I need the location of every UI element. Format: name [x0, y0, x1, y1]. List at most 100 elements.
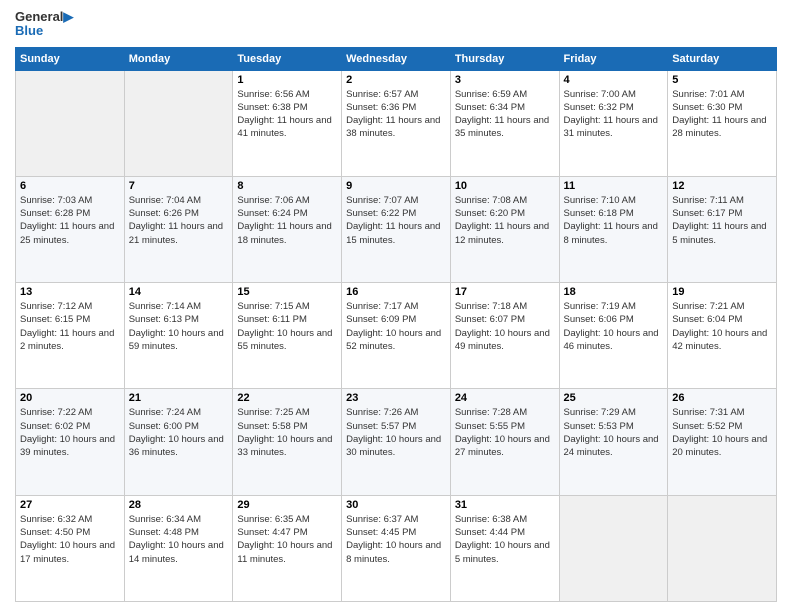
calendar-day-header: Saturday	[668, 47, 777, 70]
day-number: 16	[346, 286, 446, 298]
calendar-day-cell: 22 Sunrise: 7:25 AMSunset: 5:58 PMDayligh…	[233, 389, 342, 495]
calendar-day-cell: 11 Sunrise: 7:10 AMSunset: 6:18 PMDayligh…	[559, 176, 668, 282]
calendar-day-cell: 4 Sunrise: 7:00 AMSunset: 6:32 PMDaylight…	[559, 70, 668, 176]
day-info: Sunrise: 7:12 AMSunset: 6:15 PMDaylight:…	[20, 300, 120, 353]
day-number: 17	[455, 286, 555, 298]
day-number: 18	[564, 286, 664, 298]
calendar-day-header: Wednesday	[342, 47, 451, 70]
calendar-week-row: 1 Sunrise: 6:56 AMSunset: 6:38 PMDaylight…	[16, 70, 777, 176]
day-number: 29	[237, 499, 337, 511]
calendar-day-cell: 29 Sunrise: 6:35 AMSunset: 4:47 PMDayligh…	[233, 495, 342, 601]
calendar-day-cell: 23Sunrise: 7:26 AMSunset: 5:57 PMDayligh…	[342, 389, 451, 495]
day-info: Sunrise: 7:06 AMSunset: 6:24 PMDaylight:…	[237, 194, 337, 247]
day-info: Sunrise: 7:08 AMSunset: 6:20 PMDaylight:…	[455, 194, 555, 247]
day-number: 2	[346, 74, 446, 86]
calendar-day-cell: 12Sunrise: 7:11 AMSunset: 6:17 PMDayligh…	[668, 176, 777, 282]
day-info: Sunrise: 6:34 AMSunset: 4:48 PMDaylight:…	[129, 513, 229, 566]
day-info: Sunrise: 7:24 AMSunset: 6:00 PMDaylight:…	[129, 406, 229, 459]
calendar-day-header: Thursday	[450, 47, 559, 70]
day-number: 31	[455, 499, 555, 511]
day-number: 27	[20, 499, 120, 511]
day-info: Sunrise: 7:07 AMSunset: 6:22 PMDaylight:…	[346, 194, 446, 247]
day-number: 4	[564, 74, 664, 86]
day-number: 13	[20, 286, 120, 298]
day-number: 15	[237, 286, 337, 298]
calendar-day-cell: 8 Sunrise: 7:06 AMSunset: 6:24 PMDaylight…	[233, 176, 342, 282]
calendar-day-cell: 31 Sunrise: 6:38 AMSunset: 4:44 PMDayligh…	[450, 495, 559, 601]
calendar-day-cell: 19 Sunrise: 7:21 AMSunset: 6:04 PMDayligh…	[668, 283, 777, 389]
calendar-day-cell: 15Sunrise: 7:15 AMSunset: 6:11 PMDayligh…	[233, 283, 342, 389]
day-number: 3	[455, 74, 555, 86]
day-info: Sunrise: 6:56 AMSunset: 6:38 PMDaylight:…	[237, 88, 337, 141]
day-info: Sunrise: 6:59 AMSunset: 6:34 PMDaylight:…	[455, 88, 555, 141]
calendar-day-cell: 5Sunrise: 7:01 AMSunset: 6:30 PMDaylight…	[668, 70, 777, 176]
calendar-day-cell: 26Sunrise: 7:31 AMSunset: 5:52 PMDayligh…	[668, 389, 777, 495]
day-info: Sunrise: 7:29 AMSunset: 5:53 PMDaylight:…	[564, 406, 664, 459]
day-number: 7	[129, 180, 229, 192]
calendar-day-cell	[668, 495, 777, 601]
day-info: Sunrise: 6:38 AMSunset: 4:44 PMDaylight:…	[455, 513, 555, 566]
day-number: 11	[564, 180, 664, 192]
calendar-day-cell	[16, 70, 125, 176]
calendar-day-cell: 20Sunrise: 7:22 AMSunset: 6:02 PMDayligh…	[16, 389, 125, 495]
day-number: 6	[20, 180, 120, 192]
calendar-week-row: 6 Sunrise: 7:03 AMSunset: 6:28 PMDaylight…	[16, 176, 777, 282]
day-info: Sunrise: 6:57 AMSunset: 6:36 PMDaylight:…	[346, 88, 446, 141]
logo: General▶ Blue	[15, 10, 73, 39]
day-info: Sunrise: 7:19 AMSunset: 6:06 PMDaylight:…	[564, 300, 664, 353]
calendar-day-cell: 9 Sunrise: 7:07 AMSunset: 6:22 PMDaylight…	[342, 176, 451, 282]
calendar-day-cell: 6 Sunrise: 7:03 AMSunset: 6:28 PMDaylight…	[16, 176, 125, 282]
day-number: 26	[672, 392, 772, 404]
calendar-day-cell: 24 Sunrise: 7:28 AMSunset: 5:55 PMDayligh…	[450, 389, 559, 495]
calendar-table: SundayMondayTuesdayWednesdayThursdayFrid…	[15, 47, 777, 602]
calendar-day-cell: 17 Sunrise: 7:18 AMSunset: 6:07 PMDayligh…	[450, 283, 559, 389]
day-info: Sunrise: 7:03 AMSunset: 6:28 PMDaylight:…	[20, 194, 120, 247]
calendar-day-header: Monday	[124, 47, 233, 70]
calendar-day-cell: 13 Sunrise: 7:12 AMSunset: 6:15 PMDayligh…	[16, 283, 125, 389]
calendar-day-cell: 10Sunrise: 7:08 AMSunset: 6:20 PMDayligh…	[450, 176, 559, 282]
day-number: 30	[346, 499, 446, 511]
day-number: 19	[672, 286, 772, 298]
day-number: 5	[672, 74, 772, 86]
day-info: Sunrise: 7:21 AMSunset: 6:04 PMDaylight:…	[672, 300, 772, 353]
day-info: Sunrise: 6:35 AMSunset: 4:47 PMDaylight:…	[237, 513, 337, 566]
day-number: 23	[346, 392, 446, 404]
calendar-day-cell: 2 Sunrise: 6:57 AMSunset: 6:36 PMDaylight…	[342, 70, 451, 176]
day-info: Sunrise: 7:00 AMSunset: 6:32 PMDaylight:…	[564, 88, 664, 141]
day-number: 14	[129, 286, 229, 298]
calendar-day-cell	[559, 495, 668, 601]
day-info: Sunrise: 7:18 AMSunset: 6:07 PMDaylight:…	[455, 300, 555, 353]
calendar-day-cell: 30 Sunrise: 6:37 AMSunset: 4:45 PMDayligh…	[342, 495, 451, 601]
day-info: Sunrise: 7:10 AMSunset: 6:18 PMDaylight:…	[564, 194, 664, 247]
calendar-day-cell: 21Sunrise: 7:24 AMSunset: 6:00 PMDayligh…	[124, 389, 233, 495]
day-info: Sunrise: 6:32 AMSunset: 4:50 PMDaylight:…	[20, 513, 120, 566]
day-info: Sunrise: 7:14 AMSunset: 6:13 PMDaylight:…	[129, 300, 229, 353]
day-info: Sunrise: 7:28 AMSunset: 5:55 PMDaylight:…	[455, 406, 555, 459]
day-number: 24	[455, 392, 555, 404]
day-info: Sunrise: 7:04 AMSunset: 6:26 PMDaylight:…	[129, 194, 229, 247]
logo-blue: Blue	[15, 24, 73, 38]
day-info: Sunrise: 7:17 AMSunset: 6:09 PMDaylight:…	[346, 300, 446, 353]
calendar-header-row: SundayMondayTuesdayWednesdayThursdayFrid…	[16, 47, 777, 70]
header: General▶ Blue	[15, 10, 777, 39]
calendar-day-cell: 7 Sunrise: 7:04 AMSunset: 6:26 PMDaylight…	[124, 176, 233, 282]
calendar-week-row: 27 Sunrise: 6:32 AMSunset: 4:50 PMDayligh…	[16, 495, 777, 601]
day-info: Sunrise: 7:25 AMSunset: 5:58 PMDaylight:…	[237, 406, 337, 459]
day-number: 8	[237, 180, 337, 192]
day-number: 25	[564, 392, 664, 404]
calendar-day-cell: 28 Sunrise: 6:34 AMSunset: 4:48 PMDayligh…	[124, 495, 233, 601]
calendar-day-cell: 25 Sunrise: 7:29 AMSunset: 5:53 PMDayligh…	[559, 389, 668, 495]
calendar-day-cell: 14 Sunrise: 7:14 AMSunset: 6:13 PMDayligh…	[124, 283, 233, 389]
day-number: 9	[346, 180, 446, 192]
day-info: Sunrise: 7:22 AMSunset: 6:02 PMDaylight:…	[20, 406, 120, 459]
day-info: Sunrise: 6:37 AMSunset: 4:45 PMDaylight:…	[346, 513, 446, 566]
day-number: 1	[237, 74, 337, 86]
calendar-week-row: 13 Sunrise: 7:12 AMSunset: 6:15 PMDayligh…	[16, 283, 777, 389]
calendar-week-row: 20Sunrise: 7:22 AMSunset: 6:02 PMDayligh…	[16, 389, 777, 495]
logo-container: General▶ Blue	[15, 10, 73, 39]
calendar-day-header: Tuesday	[233, 47, 342, 70]
calendar-day-header: Sunday	[16, 47, 125, 70]
day-number: 28	[129, 499, 229, 511]
day-number: 22	[237, 392, 337, 404]
calendar-day-header: Friday	[559, 47, 668, 70]
